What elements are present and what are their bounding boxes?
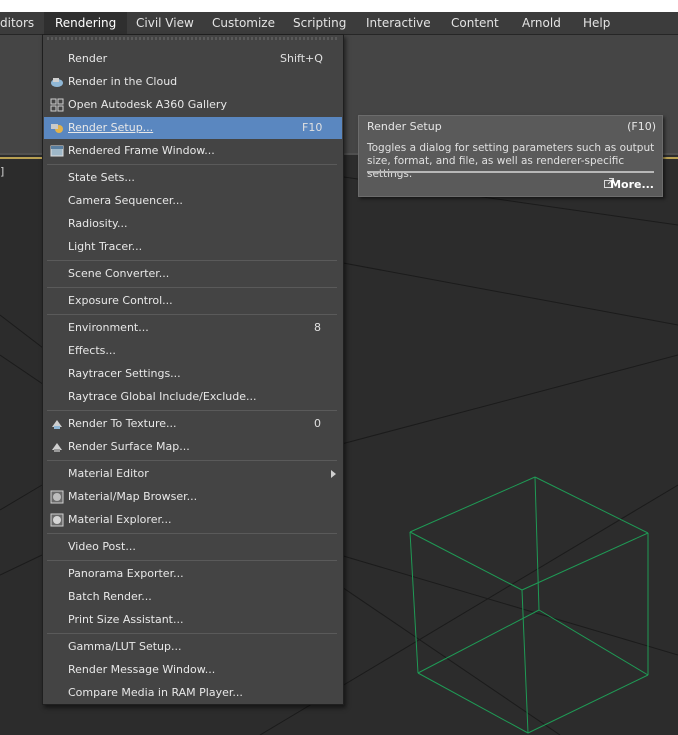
material-browser-icon (50, 490, 64, 504)
menu-editors[interactable]: ditors (0, 12, 34, 34)
menu-separator (47, 410, 337, 411)
menu-item-label: Print Size Assistant... (68, 613, 184, 626)
accent-line-left (0, 157, 42, 159)
menu-tearoff[interactable] (47, 37, 337, 40)
menu-item-exposure-control[interactable]: Exposure Control... (44, 290, 342, 312)
tooltip-more-link[interactable]: More... (610, 178, 654, 191)
menu-item-label: Radiosity... (68, 217, 128, 230)
tooltip-render-setup: Render Setup (F10) Toggles a dialog for … (358, 115, 663, 197)
menu-content[interactable]: Content (451, 12, 499, 34)
menu-item-label: Raytrace Global Include/Exclude... (68, 390, 257, 403)
menu-item-gamma-lut-setup[interactable]: Gamma/LUT Setup... (44, 636, 342, 658)
menu-item-state-sets[interactable]: State Sets... (44, 167, 342, 189)
menu-help[interactable]: Help (583, 12, 610, 34)
menu-item-label: Rendered Frame Window... (68, 144, 215, 157)
menu-item-a360-gallery[interactable]: Open Autodesk A360 Gallery (44, 94, 342, 116)
menu-item-material-explorer[interactable]: Material Explorer... (44, 509, 342, 531)
menu-item-label: Render Surface Map... (68, 440, 190, 453)
menu-item-render-to-texture[interactable]: Render To Texture... 0 (44, 413, 342, 435)
render-setup-icon (51, 124, 63, 133)
viewport-label: ] (0, 165, 5, 178)
menu-item-shortcut: Shift+Q (280, 52, 323, 65)
menu-separator (47, 314, 337, 315)
menu-item-label: Video Post... (68, 540, 136, 553)
menu-item-material-editor[interactable]: Material Editor (44, 463, 342, 485)
menu-item-label: Material/Map Browser... (68, 490, 198, 503)
menu-item-label: Light Tracer... (68, 240, 143, 253)
menu-separator (47, 287, 337, 288)
menu-item-radiosity[interactable]: Radiosity... (44, 213, 342, 235)
menu-item-shortcut: 0 (314, 417, 321, 430)
menu-item-batch-render[interactable]: Batch Render... (44, 586, 342, 608)
menu-item-label: Material Editor (68, 467, 149, 480)
frame-window-icon (50, 145, 64, 157)
menu-item-label: Scene Converter... (68, 267, 170, 280)
menu-item-label: Environment... (68, 321, 149, 334)
material-explorer-icon (50, 513, 64, 527)
tooltip-shortcut: (F10) (627, 120, 656, 133)
submenu-arrow-icon (331, 470, 336, 478)
menu-item-raytracer-settings[interactable]: Raytracer Settings... (44, 363, 342, 385)
menu-item-label: Render Message Window... (68, 663, 216, 676)
menu-item-render-message-window[interactable]: Render Message Window... (44, 659, 342, 681)
menu-item-label: Camera Sequencer... (68, 194, 183, 207)
menu-civil-view[interactable]: Civil View (136, 12, 194, 34)
menu-separator (47, 164, 337, 165)
menu-item-label: Render in the Cloud (68, 75, 178, 88)
menu-item-render-surface-map[interactable]: Render Surface Map... (44, 436, 342, 458)
tooltip-description: Toggles a dialog for setting parameters … (367, 142, 655, 180)
menu-item-raytrace-include-exclude[interactable]: Raytrace Global Include/Exclude... (44, 386, 342, 408)
menu-item-label: State Sets... (68, 171, 135, 184)
menubar: ditors Rendering Civil View Customize Sc… (0, 12, 678, 35)
menu-item-label: Raytracer Settings... (68, 367, 181, 380)
menu-separator (47, 460, 337, 461)
menu-item-material-map-browser[interactable]: Material/Map Browser... (44, 486, 342, 508)
menu-arnold[interactable]: Arnold (522, 12, 561, 34)
menu-item-panorama-exporter[interactable]: Panorama Exporter... (44, 563, 342, 585)
menu-item-label: Effects... (68, 344, 116, 357)
menu-item-label: Render Setup... (68, 121, 154, 134)
menu-item-render-setup[interactable]: Render Setup... F10 (44, 117, 342, 139)
menu-item-effects[interactable]: Effects... (44, 340, 342, 362)
menu-item-label: Render (68, 52, 108, 65)
tooltip-divider (367, 171, 654, 173)
menu-item-render-in-cloud[interactable]: Render in the Cloud (44, 71, 342, 93)
cloud-render-icon (51, 78, 63, 87)
menu-item-video-post[interactable]: Video Post... (44, 536, 342, 558)
menu-rendering[interactable]: Rendering (44, 12, 128, 34)
menu-item-label: Open Autodesk A360 Gallery (68, 98, 227, 111)
menu-item-render[interactable]: Render Shift+Q (44, 48, 342, 70)
menu-item-label: Render To Texture... (68, 417, 177, 430)
menu-item-label: Panorama Exporter... (68, 567, 184, 580)
menu-item-label: Gamma/LUT Setup... (68, 640, 182, 653)
menu-item-shortcut: 8 (314, 321, 321, 334)
menu-separator (47, 260, 337, 261)
surface-map-icon (52, 443, 62, 452)
menu-item-label: Batch Render... (68, 590, 152, 603)
menu-item-camera-sequencer[interactable]: Camera Sequencer... (44, 190, 342, 212)
menu-interactive[interactable]: Interactive (366, 12, 431, 34)
tooltip-title: Render Setup (367, 120, 442, 133)
menu-item-compare-media-ram-player[interactable]: Compare Media in RAM Player... (44, 682, 342, 704)
menu-separator (47, 633, 337, 634)
menu-item-rendered-frame-window[interactable]: Rendered Frame Window... (44, 140, 342, 162)
render-to-texture-icon (52, 420, 62, 429)
wireframe-box (409, 476, 649, 734)
title-strip (0, 0, 678, 12)
menu-item-label: Exposure Control... (68, 294, 173, 307)
menu-item-light-tracer[interactable]: Light Tracer... (44, 236, 342, 258)
menu-item-label: Material Explorer... (68, 513, 172, 526)
menu-item-shortcut: F10 (302, 121, 323, 134)
menu-item-label: Compare Media in RAM Player... (68, 686, 243, 699)
menu-item-print-size-assistant[interactable]: Print Size Assistant... (44, 609, 342, 631)
menu-separator (47, 533, 337, 534)
menu-separator (47, 560, 337, 561)
menu-customize[interactable]: Customize (212, 12, 275, 34)
menu-item-environment[interactable]: Environment... 8 (44, 317, 342, 339)
rendering-menu: Render Shift+Q Render in the Cloud Open … (42, 34, 344, 705)
menu-item-scene-converter[interactable]: Scene Converter... (44, 263, 342, 285)
gallery-icon (50, 98, 64, 112)
menu-scripting[interactable]: Scripting (293, 12, 346, 34)
